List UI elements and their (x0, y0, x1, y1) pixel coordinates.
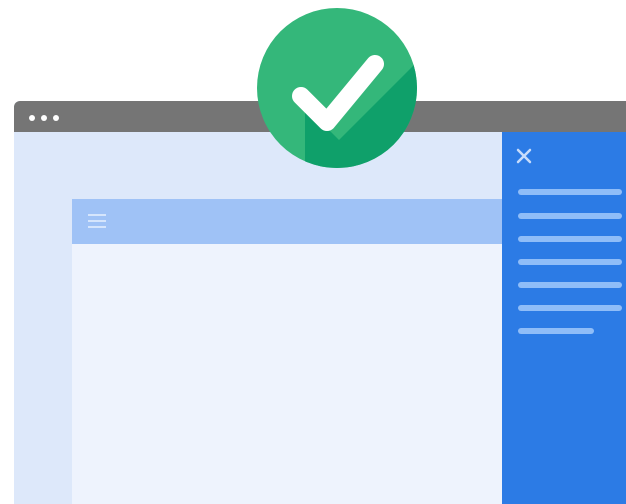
drawer-item-placeholder[interactable] (518, 259, 622, 265)
drawer-item-placeholder[interactable] (518, 236, 622, 242)
window-control-dot[interactable] (41, 115, 47, 121)
window-control-dot[interactable] (53, 115, 59, 121)
content-toolbar (72, 199, 502, 244)
drawer-item-placeholder[interactable] (518, 213, 622, 219)
drawer-item-placeholder[interactable] (518, 328, 594, 334)
window-control-dot[interactable] (29, 115, 35, 121)
drawer-item-placeholder[interactable] (518, 282, 622, 288)
menu-icon[interactable] (88, 214, 106, 228)
main-content-card (72, 199, 502, 504)
close-icon[interactable] (514, 146, 534, 166)
drawer-item-placeholder[interactable] (518, 305, 622, 311)
drawer-item-placeholder[interactable] (518, 189, 622, 195)
check-circle-icon (257, 8, 417, 168)
side-drawer (502, 132, 626, 504)
